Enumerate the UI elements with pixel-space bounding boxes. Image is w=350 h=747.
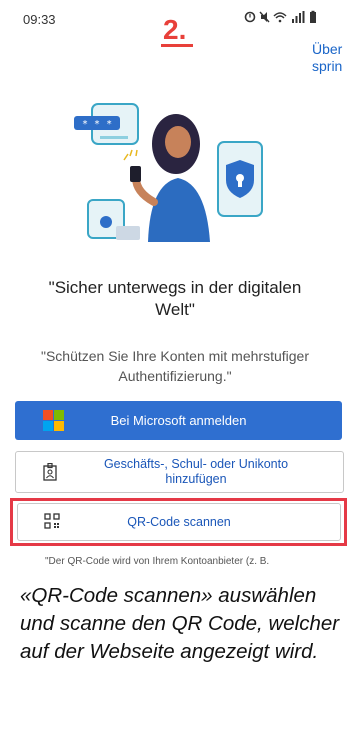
security-illustration: * * * xyxy=(70,92,280,250)
scan-qr-label: QR-Code scannen xyxy=(127,515,231,529)
step-marker: 2. xyxy=(163,14,187,45)
add-work-account-label: Geschäfts-, Schul- oder Unikonto hinzufü… xyxy=(103,457,289,486)
headline: "Sicher unterwegs in der digitalen Welt" xyxy=(48,278,302,319)
qr-footnote: "Der QR-Code wird von Ihrem Kontoanbiete… xyxy=(45,556,270,567)
alarm-icon xyxy=(244,11,256,23)
id-badge-icon xyxy=(43,462,57,481)
step-underline xyxy=(161,44,193,47)
password-screen-icon: * * * xyxy=(74,103,139,145)
tablet-sync-icon xyxy=(87,199,140,240)
microsoft-signin-label: Bei Microsoft anmelden xyxy=(110,413,247,428)
instruction-caption: «QR-Code scannen» auswählen und scanne d… xyxy=(20,584,340,663)
lock-phone-icon xyxy=(217,141,263,217)
wifi-icon xyxy=(273,12,287,23)
status-icons xyxy=(244,10,334,27)
status-time: 09:33 xyxy=(23,12,56,27)
mute-icon xyxy=(259,11,270,23)
subtext: "Schützen Sie Ihre Konten mit mehrstufig… xyxy=(41,348,309,384)
about-link[interactable]: Über sprin xyxy=(312,41,350,75)
svg-text:* * *: * * * xyxy=(82,119,112,130)
scan-qr-button[interactable]: QR-Code scannen xyxy=(17,503,341,541)
microsoft-signin-button[interactable]: Bei Microsoft anmelden xyxy=(15,401,342,440)
status-icons-svg xyxy=(244,10,316,23)
add-work-account-button[interactable]: Geschäfts-, Schul- oder Unikonto hinzufü… xyxy=(15,451,344,493)
battery-icon xyxy=(310,10,316,23)
status-bar: 09:33 2. xyxy=(0,0,350,47)
signal-icon xyxy=(292,11,305,23)
